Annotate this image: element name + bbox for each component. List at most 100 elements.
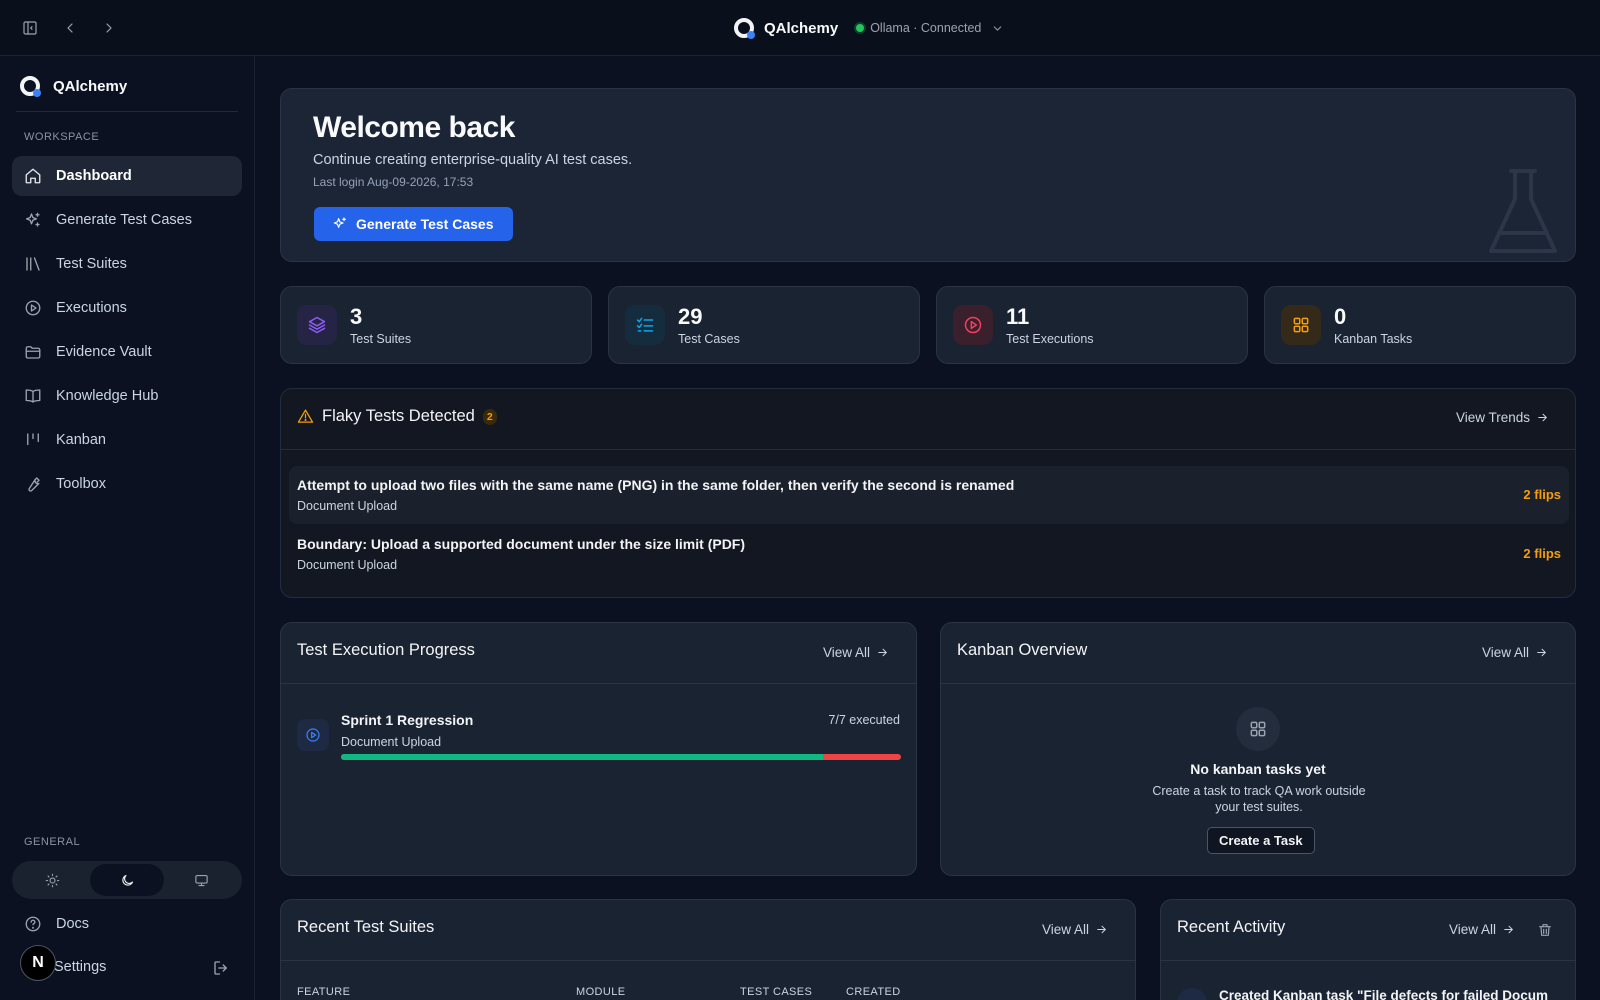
user-avatar[interactable]: N (20, 945, 56, 981)
stat-value: 0 (1334, 303, 1347, 329)
column-header-test-cases[interactable]: TEST CASES (740, 986, 812, 998)
sidebar-item-label: Knowledge Hub (56, 388, 159, 404)
sidebar-toggle-icon[interactable] (17, 16, 43, 40)
view-all-label: View All (1481, 645, 1529, 660)
stat-card-test-suites[interactable]: 3 Test Suites (280, 286, 592, 364)
docs-label: Docs (56, 916, 90, 932)
flask-icon (1483, 167, 1563, 257)
docs-link[interactable]: Docs (24, 915, 89, 933)
activity-avatar (1177, 988, 1207, 1000)
grid-icon (1236, 707, 1280, 751)
column-header-created[interactable]: CREATED (846, 986, 901, 998)
sidebar-item-dashboard[interactable]: Dashboard (12, 156, 242, 196)
stat-value: 29 (678, 303, 703, 329)
stat-card-test-cases[interactable]: 29 Test Cases (608, 286, 920, 364)
monitor-icon (194, 873, 209, 888)
view-trends-link[interactable]: View Trends (1456, 410, 1549, 425)
welcome-card: Welcome back Continue creating enterpris… (280, 88, 1576, 262)
sidebar-item-label: Kanban (56, 432, 106, 448)
arrow-right-icon (1095, 923, 1108, 936)
sidebar-brand[interactable]: QAlchemy (20, 76, 127, 97)
flaky-test-row[interactable]: Attempt to upload two files with the sam… (289, 466, 1569, 524)
flaky-tests-card: Flaky Tests Detected 2 View Trends Attem… (280, 388, 1576, 598)
view-all-kanban-link[interactable]: View All (1482, 645, 1548, 660)
play-circle-icon (24, 299, 42, 317)
stat-card-kanban-tasks[interactable]: 0 Kanban Tasks (1264, 286, 1576, 364)
sidebar-item-label: Dashboard (56, 168, 132, 184)
execution-count: 7/7 executed (828, 713, 900, 727)
sidebar-nav: Dashboard Generate Test Cases Test Suite… (12, 156, 242, 508)
flaky-test-flips: 2 flips (1523, 487, 1561, 502)
sidebar-item-evidence-vault[interactable]: Evidence Vault (12, 332, 242, 372)
generate-button-label: Generate Test Cases (356, 216, 494, 232)
help-circle-icon (24, 915, 42, 933)
list-checks-icon (625, 305, 665, 345)
last-login: Last login Aug-09-2026, 17:53 (313, 175, 474, 189)
sidebar-item-kanban[interactable]: Kanban (12, 420, 242, 460)
flaky-test-module: Document Upload (297, 499, 398, 513)
view-all-suites-link[interactable]: View All (1042, 922, 1108, 937)
connection-status[interactable]: Ollama · Connected (856, 21, 1004, 35)
view-all-executions-link[interactable]: View All (823, 645, 889, 660)
sidebar: QAlchemy WORKSPACE Dashboard Generate Te… (0, 56, 255, 1000)
empty-state-title: No kanban tasks yet (1190, 761, 1326, 777)
sidebar-item-label: Test Suites (56, 256, 127, 272)
flaky-test-row[interactable]: Boundary: Upload a supported document un… (289, 525, 1569, 583)
sidebar-item-label: Evidence Vault (56, 344, 152, 360)
sidebar-item-label: Toolbox (56, 476, 106, 492)
theme-dark-button[interactable] (89, 864, 165, 896)
sidebar-item-toolbox[interactable]: Toolbox (12, 464, 242, 504)
chevron-down-icon (991, 22, 1004, 35)
view-all-label: View All (1041, 922, 1089, 937)
stat-label: Kanban Tasks (1334, 331, 1413, 346)
flaky-test-title: Attempt to upload two files with the sam… (297, 477, 1015, 493)
arrow-right-icon (1536, 411, 1549, 424)
stat-value: 11 (1006, 303, 1030, 329)
theme-light-button[interactable] (15, 864, 90, 896)
logout-icon[interactable] (212, 959, 230, 977)
divider (281, 960, 1135, 961)
view-trends-label: View Trends (1455, 410, 1530, 425)
moon-icon (120, 873, 135, 888)
settings-label: Settings (54, 959, 107, 975)
kanban-icon (24, 431, 42, 449)
panel-title: Recent Test Suites (297, 918, 435, 936)
status-dot-icon (856, 24, 865, 32)
sidebar-item-label: Executions (56, 300, 127, 316)
column-header-feature[interactable]: FEATURE (297, 986, 350, 998)
activity-item[interactable]: Created Kanban task "File defects for fa… (1177, 988, 1549, 1000)
top-brand[interactable]: QAlchemy Ollama · Connected (734, 17, 1004, 39)
divider (1161, 960, 1575, 961)
app-name: QAlchemy (764, 19, 839, 37)
home-icon (24, 167, 42, 185)
stat-label: Test Executions (1006, 331, 1094, 346)
stat-card-test-executions[interactable]: 11 Test Executions (936, 286, 1248, 364)
execution-name[interactable]: Sprint 1 Regression (341, 712, 473, 728)
theme-toggle (12, 861, 242, 899)
top-bar: QAlchemy Ollama · Connected (0, 0, 1600, 56)
settings-link[interactable]: Settings (54, 959, 106, 975)
column-header-module[interactable]: MODULE (576, 986, 625, 998)
chevron-right-icon[interactable] (96, 16, 122, 40)
play-circle-icon (953, 305, 993, 345)
sparkles-icon (24, 211, 42, 229)
general-label: GENERAL (24, 836, 81, 848)
arrow-right-icon (1502, 923, 1515, 936)
sidebar-item-test-suites[interactable]: Test Suites (12, 244, 242, 284)
create-task-button[interactable]: Create a Task (1207, 827, 1315, 854)
sidebar-item-executions[interactable]: Executions (12, 288, 242, 328)
grid-icon (1281, 305, 1321, 345)
stat-label: Test Cases (678, 331, 740, 346)
warning-icon (297, 408, 314, 425)
sidebar-item-knowledge-hub[interactable]: Knowledge Hub (12, 376, 242, 416)
sidebar-item-generate-test-cases[interactable]: Generate Test Cases (12, 200, 242, 240)
theme-system-button[interactable] (164, 864, 239, 896)
sidebar-item-label: Generate Test Cases (56, 212, 192, 228)
trash-icon[interactable] (1537, 922, 1553, 938)
view-all-activity-link[interactable]: View All (1449, 922, 1515, 937)
generate-test-cases-button[interactable]: Generate Test Cases (314, 207, 514, 241)
library-icon (24, 255, 42, 273)
workspace-label: WORKSPACE (24, 131, 100, 143)
chevron-left-icon[interactable] (57, 16, 83, 40)
recent-test-suites-card: Recent Test Suites View All FEATURE MODU… (280, 899, 1136, 1000)
